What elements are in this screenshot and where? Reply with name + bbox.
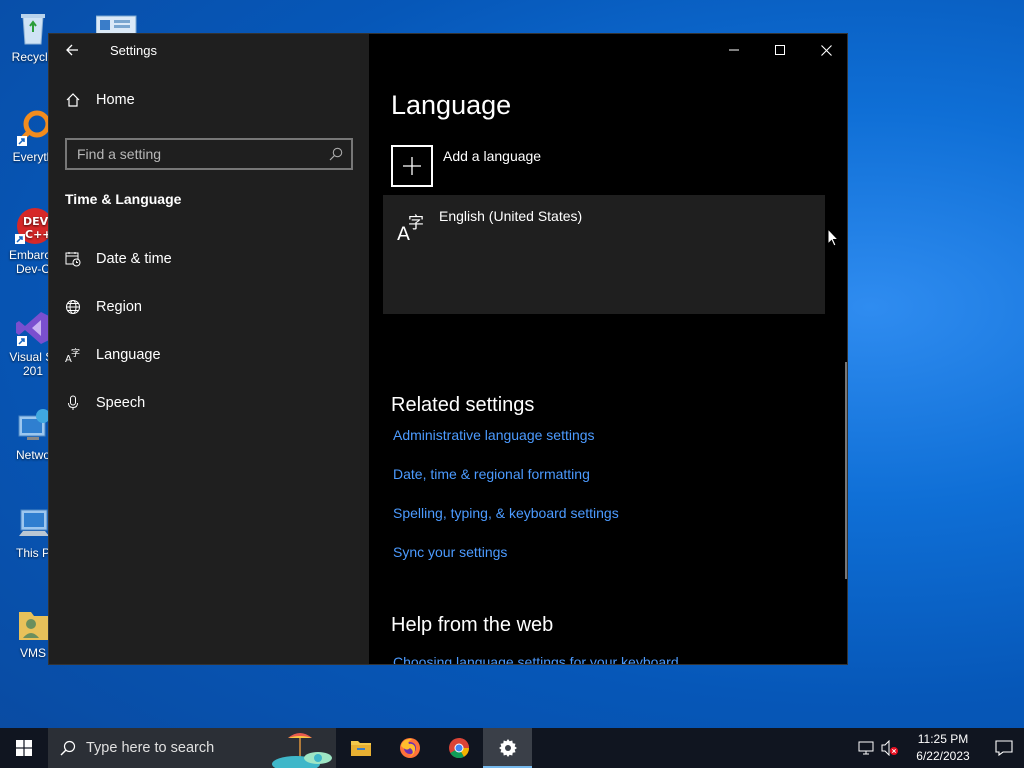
home-icon (66, 93, 80, 107)
sidebar: Settings Home Time & Language Date & tim… (49, 34, 369, 664)
minimize-button[interactable] (711, 34, 757, 66)
link-choosing-language-settings-keyboard[interactable]: Choosing language settings for your keyb… (393, 654, 679, 664)
link-spelling-typing-keyboard-settings[interactable]: Spelling, typing, & keyboard settings (393, 505, 619, 521)
settings-gear-icon (498, 739, 517, 757)
sidebar-item-language[interactable]: A字 Language (65, 341, 355, 369)
sidebar-item-label: Speech (96, 395, 146, 411)
window-title: Settings (110, 42, 157, 58)
volume-tray-button[interactable] (878, 728, 902, 768)
visual-studio-icon (13, 308, 53, 348)
everything-icon (13, 108, 53, 148)
devcpp-icon: DEV C++ (13, 206, 53, 246)
taskbar: 11:25 PM 6/22/2023 (0, 728, 1024, 768)
taskbar-search-input[interactable] (86, 740, 266, 756)
search-input[interactable] (77, 146, 329, 162)
page-title: Language (391, 90, 512, 120)
taskbar-search-box[interactable] (48, 728, 336, 768)
related-settings-title: Related settings (391, 394, 535, 416)
maximize-icon (775, 45, 785, 55)
volume-muted-icon (881, 740, 898, 756)
nav-home-label: Home (96, 92, 135, 108)
taskbar-firefox[interactable] (385, 728, 434, 768)
plus-icon (391, 145, 433, 187)
content-pane: Language Add a language A字 English (Unit… (369, 34, 847, 664)
language-icon: A字 (397, 209, 427, 248)
taskbar-settings[interactable] (483, 728, 532, 768)
network-tray-icon (858, 741, 874, 755)
globe-icon (65, 299, 81, 315)
windows-logo-icon (16, 740, 32, 756)
taskbar-file-explorer[interactable] (336, 728, 385, 768)
svg-text:字: 字 (408, 213, 424, 232)
minimize-icon (729, 49, 739, 51)
clock[interactable]: 11:25 PM 6/22/2023 (902, 728, 984, 768)
chrome-icon (448, 738, 469, 759)
close-button[interactable] (803, 34, 847, 66)
titlebar: Settings (49, 34, 369, 66)
maximize-button[interactable] (757, 34, 803, 66)
search-icon (329, 147, 343, 161)
search-highlight-illustration-icon (272, 733, 332, 768)
section-title: Time & Language (65, 191, 182, 207)
date-time-icon (65, 251, 81, 267)
link-administrative-language-settings[interactable]: Administrative language settings (393, 427, 595, 443)
language-name: English (United States) (439, 208, 583, 224)
sidebar-item-label: Date & time (96, 251, 172, 267)
firefox-icon (399, 738, 420, 758)
vms-folder-icon (13, 604, 53, 644)
svg-text:DEV: DEV (23, 215, 49, 228)
add-language-label: Add a language (443, 148, 542, 164)
sidebar-item-region[interactable]: Region (65, 293, 355, 321)
search-icon (60, 740, 76, 756)
search-box[interactable] (65, 138, 353, 170)
back-arrow-icon (66, 44, 78, 56)
clock-time: 11:25 PM (917, 732, 969, 746)
language-item-english-us[interactable]: A字 English (United States) (383, 195, 825, 314)
nav-home[interactable]: Home (65, 92, 135, 108)
sidebar-item-label: Language (96, 347, 161, 363)
scrollbar[interactable] (845, 362, 847, 579)
taskbar-chrome[interactable] (434, 728, 483, 768)
help-from-web-title: Help from the web (391, 614, 554, 636)
link-sync-your-settings[interactable]: Sync your settings (393, 544, 507, 560)
recycle-bin-icon (13, 8, 53, 48)
settings-window: Settings Home Time & Language Date & tim… (48, 33, 848, 665)
notification-icon (995, 740, 1013, 756)
language-icon: A字 (65, 347, 81, 363)
back-button[interactable] (49, 34, 95, 66)
close-icon (820, 44, 832, 56)
sidebar-item-speech[interactable]: Speech (65, 389, 355, 417)
microphone-icon (65, 395, 81, 411)
network-icon (13, 406, 53, 446)
this-pc-icon (13, 504, 53, 544)
notification-center-button[interactable] (984, 728, 1024, 768)
sidebar-item-date-time[interactable]: Date & time (65, 245, 355, 273)
svg-text:字: 字 (71, 347, 80, 359)
clock-date: 6/22/2023 (916, 749, 970, 763)
window-controls (711, 34, 847, 66)
start-button[interactable] (0, 728, 48, 768)
link-date-time-regional-formatting[interactable]: Date, time & regional formatting (393, 466, 590, 482)
file-explorer-icon (350, 741, 371, 756)
add-language-button[interactable]: Add a language (391, 145, 541, 187)
network-tray-button[interactable] (854, 728, 878, 768)
system-tray: 11:25 PM 6/22/2023 (854, 728, 1024, 768)
mouse-cursor-icon (827, 228, 839, 247)
sidebar-item-label: Region (96, 299, 142, 315)
